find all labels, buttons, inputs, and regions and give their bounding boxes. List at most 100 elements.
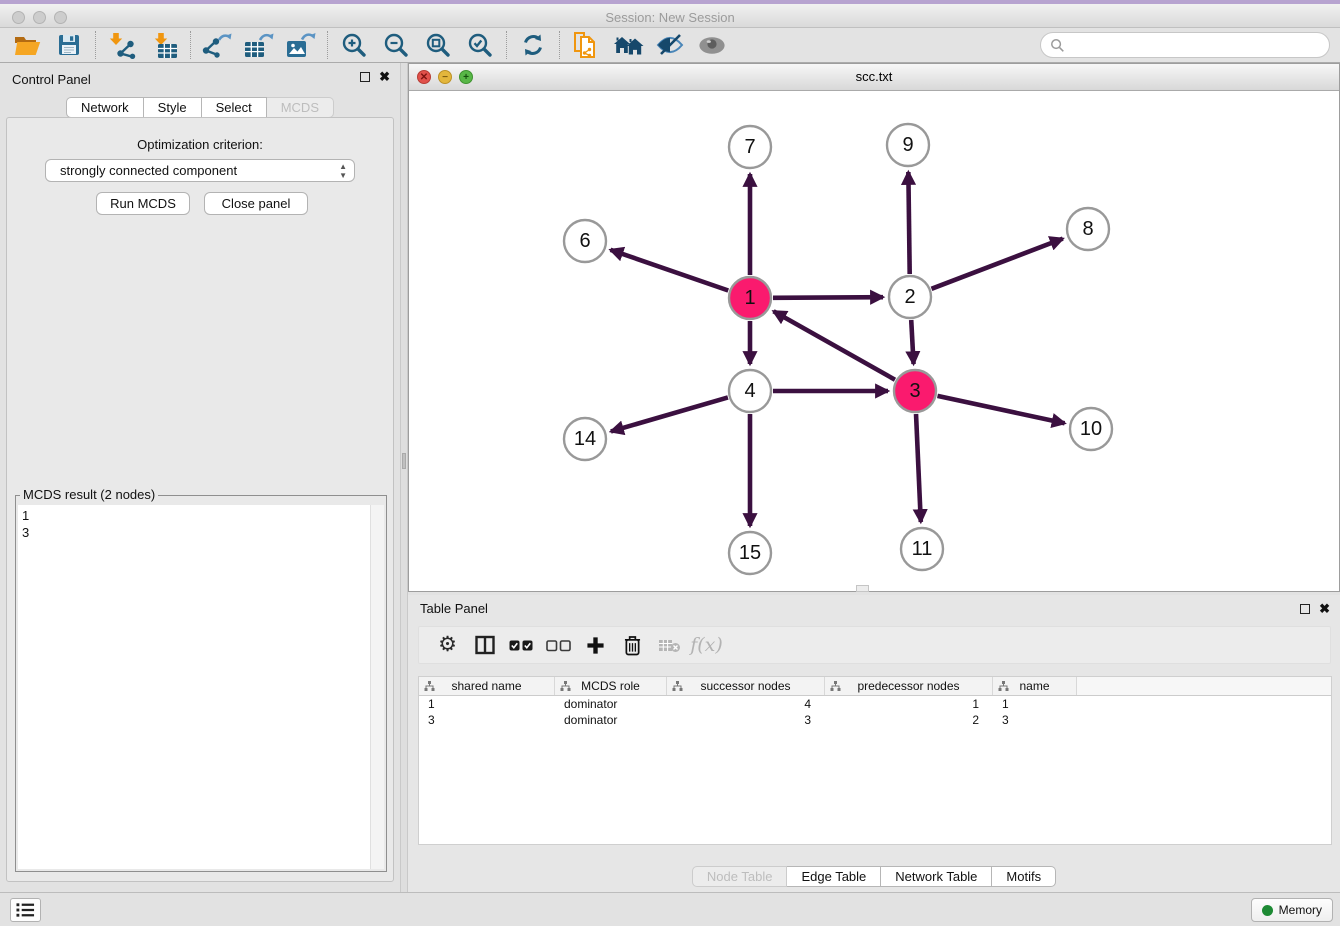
graph-node-4[interactable]: 4 [729,370,771,412]
graph-edge-2-3[interactable] [911,320,913,364]
table-settings-button[interactable]: ⚙ [429,629,466,661]
graph-node-14[interactable]: 14 [564,418,606,460]
column-header-name[interactable]: name [993,677,1077,695]
graph-node-1[interactable]: 1 [729,277,771,319]
node-table: shared nameMCDS rolesuccessor nodesprede… [418,676,1332,845]
toggle-graphics-details-button[interactable] [649,29,691,61]
graph-edge-3-10[interactable] [937,396,1064,423]
tab-mcds[interactable]: MCDS [267,97,334,118]
zoom-fit-button[interactable] [417,29,459,61]
select-all-button[interactable] [503,629,540,661]
graph-node-label: 15 [739,542,761,564]
delete-column-button[interactable] [614,629,651,661]
mcds-result-scrollbar[interactable] [370,505,384,869]
float-panel-icon[interactable] [360,72,370,82]
tab-network-table[interactable]: Network Table [881,866,992,887]
show-hide-view-button[interactable] [691,29,733,61]
import-network-button[interactable] [101,29,143,61]
delete-table-button[interactable] [651,629,688,661]
task-history-button[interactable] [10,898,41,922]
table-cell[interactable]: 4 [667,696,825,712]
graph-edge-4-14[interactable] [611,397,728,431]
home-view-button[interactable] [607,29,649,61]
export-network-icon [202,32,232,59]
column-header-MCDS-role[interactable]: MCDS role [555,677,667,695]
table-row[interactable]: 3dominator323 [419,712,1331,728]
graph-node-2[interactable]: 2 [889,276,931,318]
table-cell[interactable]: 3 [993,712,1077,728]
save-session-button[interactable] [48,29,90,61]
close-panel-icon[interactable]: ✖ [379,71,390,83]
tab-edge-table[interactable]: Edge Table [787,866,881,887]
splitter-handle[interactable] [402,453,406,469]
graph-node-label: 11 [912,538,933,560]
export-image-button[interactable] [280,29,322,61]
import-table-button[interactable] [143,29,185,61]
graph-edge-3-1[interactable] [774,311,895,379]
zoom-in-button[interactable] [333,29,375,61]
export-network-button[interactable] [196,29,238,61]
column-header-predecessor-nodes[interactable]: predecessor nodes [825,677,993,695]
open-session-button[interactable] [6,29,48,61]
graph-node-9[interactable]: 9 [887,124,929,166]
table-row[interactable]: 1dominator411 [419,696,1331,712]
export-table-button[interactable] [238,29,280,61]
deselect-all-button[interactable] [540,629,577,661]
refresh-layout-button[interactable] [512,29,554,61]
graph-edge-2-9[interactable] [908,172,909,274]
table-panel-title: Table Panel [420,601,488,616]
run-mcds-button[interactable]: Run MCDS [96,192,190,215]
graph-node-label: 9 [902,134,913,156]
graph-node-10[interactable]: 10 [1070,408,1112,450]
memory-button[interactable]: Memory [1251,898,1333,922]
table-toolbar: ⚙ f(x) [418,626,1331,664]
graph-node-15[interactable]: 15 [729,532,771,574]
save-floppy-icon [58,34,80,56]
graph-edge-1-6[interactable] [611,250,729,291]
graph-edge-2-8[interactable] [931,239,1062,289]
table-cell[interactable]: 2 [825,712,993,728]
float-panel-icon[interactable] [1300,604,1310,614]
table-cell[interactable]: 1 [993,696,1077,712]
graph-node-7[interactable]: 7 [729,126,771,168]
graph-node-label: 8 [1082,218,1093,240]
table-cell[interactable]: 3 [419,712,555,728]
graph-node-11[interactable]: 11 [901,528,943,570]
hierarchy-icon [560,681,571,692]
tab-node-table[interactable]: Node Table [692,866,788,887]
main-toolbar [0,28,1340,63]
column-header-successor-nodes[interactable]: successor nodes [667,677,825,695]
table-cell[interactable]: 1 [825,696,993,712]
close-panel-button[interactable]: Close panel [204,192,308,215]
tab-style[interactable]: Style [144,97,202,118]
tab-select[interactable]: Select [202,97,267,118]
search-field[interactable] [1040,32,1330,58]
horizontal-splitter-handle[interactable] [856,585,869,592]
close-panel-icon[interactable]: ✖ [1319,603,1330,615]
vertical-splitter[interactable] [400,63,408,892]
tab-network[interactable]: Network [66,97,144,118]
hierarchy-icon [998,681,1009,692]
show-columns-button[interactable] [466,629,503,661]
function-builder-button[interactable]: f(x) [688,629,725,661]
mcds-result-text[interactable]: 1 3 [18,505,370,869]
graph-node-8[interactable]: 8 [1067,208,1109,250]
zoom-selected-button[interactable] [459,29,501,61]
table-cell[interactable]: dominator [555,712,667,728]
add-column-button[interactable] [577,629,614,661]
zoom-out-button[interactable] [375,29,417,61]
tab-motifs[interactable]: Motifs [992,866,1056,887]
graph-edge-3-11[interactable] [916,414,921,522]
graph-node-6[interactable]: 6 [564,220,606,262]
column-header-shared-name[interactable]: shared name [419,677,555,695]
optimization-criterion-select[interactable]: strongly connected component ▲▼ [45,159,355,182]
duplicate-network-button[interactable] [565,29,607,61]
graph-edge-1-2[interactable] [773,297,883,298]
table-cell[interactable]: dominator [555,696,667,712]
table-cell[interactable]: 3 [667,712,825,728]
network-canvas[interactable]: 1 2 3 4 6 7 8 9 10 11 14 15 [409,91,1339,591]
table-cell[interactable]: 1 [419,696,555,712]
zoom-selected-icon [467,32,493,58]
graph-node-3[interactable]: 3 [894,370,936,412]
columns-icon [475,635,495,655]
